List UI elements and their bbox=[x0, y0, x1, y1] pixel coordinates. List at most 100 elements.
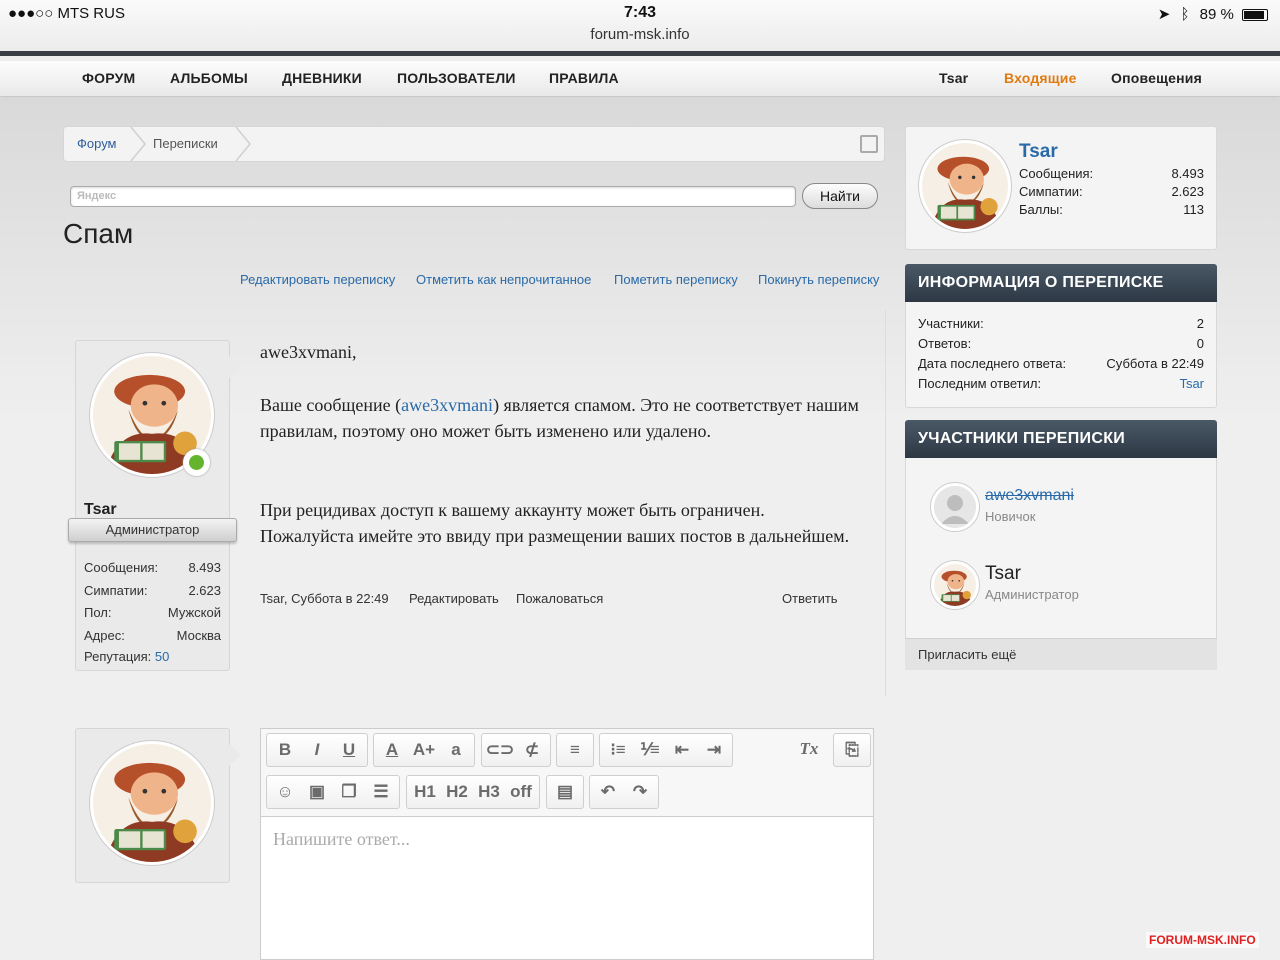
conversation-info-heading: ИНФОРМАЦИЯ О ПЕРЕПИСКЕ bbox=[905, 264, 1217, 302]
sidebar-avatar[interactable] bbox=[919, 140, 1011, 232]
media-icon[interactable]: ❐ bbox=[333, 776, 365, 808]
format-group: B I U bbox=[266, 733, 368, 767]
author-stat-reputation: Репутация: 50 bbox=[84, 649, 170, 664]
participant-role: Новичок bbox=[985, 509, 1036, 524]
reply-editor[interactable]: B I U A A+ a ⊂⊃ ⊄ ≡ ⁝≡ ⅟≡ ⇤ ⇥ Tx ⎘ ☺ ▣ ❐… bbox=[260, 728, 874, 960]
author-stat-likes: Симпатии: 2.623 bbox=[84, 583, 221, 598]
draft-icon[interactable]: ⎘ bbox=[836, 734, 868, 766]
battery-label: 89 % bbox=[1199, 6, 1234, 23]
outdent-icon[interactable]: ⇤ bbox=[666, 734, 698, 766]
reply-input[interactable]: Напишите ответ... bbox=[273, 829, 410, 850]
save-group: ▤ bbox=[546, 775, 584, 809]
last-replier-link[interactable]: Tsar bbox=[1179, 376, 1204, 391]
quote-icon[interactable]: ☰ bbox=[365, 776, 397, 808]
edit-post-link[interactable]: Редактировать bbox=[409, 591, 499, 606]
page-title: Спам bbox=[63, 218, 134, 249]
browser-status-bar: ●●●○○ MTS RUS 7:43 forum-msk.info ➤ ᛒ 89… bbox=[0, 0, 1280, 56]
clock: 7:43 bbox=[623, 4, 657, 21]
italic-icon[interactable]: I bbox=[301, 734, 333, 766]
main-navigation: ФОРУМ АЛЬБОМЫ ДНЕВНИКИ ПОЛЬЗОВАТЕЛИ ПРАВ… bbox=[0, 61, 1280, 97]
nav-user-account[interactable]: Tsar bbox=[939, 70, 968, 86]
nav-users[interactable]: ПОЛЬЗОВАТЕЛИ bbox=[397, 70, 516, 86]
info-row-last-replier: Последним ответил: Tsar bbox=[918, 376, 1204, 391]
author-stat-location: Адрес: Москва bbox=[84, 628, 221, 643]
numbered-list-icon[interactable]: ⅟≡ bbox=[634, 734, 666, 766]
list-group: ⁝≡ ⅟≡ ⇤ ⇥ bbox=[599, 733, 733, 767]
participant-name[interactable]: Tsar bbox=[985, 563, 1021, 585]
font-size-icon[interactable]: A+ bbox=[408, 734, 440, 766]
invite-more-link[interactable]: Пригласить ещё bbox=[905, 638, 1217, 670]
reputation-link[interactable]: 50 bbox=[155, 649, 169, 664]
remove-format-group: Tx bbox=[791, 733, 829, 767]
mark-unread-link[interactable]: Отметить как непрочитанное bbox=[416, 272, 591, 287]
edit-conversation-link[interactable]: Редактировать переписку bbox=[240, 272, 395, 287]
leave-conversation-link[interactable]: Покинуть переписку bbox=[758, 272, 879, 287]
participant-avatar-default[interactable] bbox=[931, 483, 979, 531]
sidebar-stat-points: Баллы: 113 bbox=[1019, 202, 1204, 217]
sidebar-username[interactable]: Tsar bbox=[1019, 141, 1058, 163]
align-group: ≡ bbox=[556, 733, 594, 767]
h3-button[interactable]: H3 bbox=[473, 776, 505, 808]
breadcrumb-conversations[interactable]: Переписки bbox=[153, 136, 218, 151]
author-name[interactable]: Tsar bbox=[84, 501, 117, 519]
nav-diaries[interactable]: ДНЕВНИКИ bbox=[282, 70, 362, 86]
post-paragraph-2: При рецидивах доступ к вашему аккаунту м… bbox=[260, 500, 850, 546]
h1-button[interactable]: H1 bbox=[409, 776, 441, 808]
breadcrumb-separator-icon bbox=[235, 127, 251, 161]
card-arrow bbox=[229, 356, 241, 378]
popout-icon[interactable] bbox=[860, 135, 878, 153]
image-icon[interactable]: ▣ bbox=[301, 776, 333, 808]
bullet-list-icon[interactable]: ⁝≡ bbox=[602, 734, 634, 766]
divider bbox=[885, 310, 886, 696]
participant-role: Администратор bbox=[985, 587, 1079, 602]
info-row-replies: Ответов: 0 bbox=[918, 336, 1204, 351]
smilie-icon[interactable]: ☺ bbox=[269, 776, 301, 808]
h2-button[interactable]: H2 bbox=[441, 776, 473, 808]
participant-avatar[interactable] bbox=[931, 561, 979, 609]
redo-icon[interactable]: ↷ bbox=[624, 776, 656, 808]
bold-icon[interactable]: B bbox=[269, 734, 301, 766]
online-indicator-icon bbox=[183, 449, 210, 476]
reply-link[interactable]: Ответить bbox=[782, 591, 838, 606]
participant-name[interactable]: awe3xvmani bbox=[985, 487, 1074, 505]
remove-format-icon[interactable]: Tx bbox=[793, 733, 825, 765]
unlink-icon[interactable]: ⊄ bbox=[516, 734, 548, 766]
nav-forum[interactable]: ФОРУМ bbox=[82, 70, 135, 86]
search-button[interactable]: Найти bbox=[802, 183, 878, 209]
insert-group: ☺ ▣ ❐ ☰ bbox=[266, 775, 400, 809]
address-bar[interactable]: forum-msk.info bbox=[0, 26, 1280, 43]
nav-alerts[interactable]: Оповещения bbox=[1111, 70, 1202, 86]
bluetooth-icon: ᛒ bbox=[1180, 6, 1190, 23]
heading-off-button[interactable]: off bbox=[505, 776, 537, 808]
battery-status: ➤ ᛒ 89 % bbox=[1158, 5, 1268, 23]
search-input[interactable]: Яндекс bbox=[70, 186, 796, 207]
nav-rules[interactable]: ПРАВИЛА bbox=[549, 70, 619, 86]
reply-avatar[interactable] bbox=[90, 741, 214, 865]
author-stat-gender: Пол: Мужской bbox=[84, 605, 221, 620]
report-post-link[interactable]: Пожаловаться bbox=[516, 591, 603, 606]
nav-inbox[interactable]: Входящие bbox=[1004, 70, 1077, 86]
post-meta: Tsar, Суббота в 22:49 bbox=[260, 591, 389, 606]
draft-group: ⎘ bbox=[833, 733, 871, 767]
post-user-link[interactable]: awe3xvmani bbox=[401, 395, 493, 415]
sidebar-stat-likes: Симпатии: 2.623 bbox=[1019, 184, 1204, 199]
heading-group: H1 H2 H3 off bbox=[406, 775, 540, 809]
underline-icon[interactable]: U bbox=[333, 734, 365, 766]
star-conversation-link[interactable]: Пометить переписку bbox=[614, 272, 738, 287]
author-stat-messages: Сообщения: 8.493 bbox=[84, 560, 221, 575]
sidebar-stat-messages: Сообщения: 8.493 bbox=[1019, 166, 1204, 181]
save-icon[interactable]: ▤ bbox=[549, 776, 581, 808]
indent-icon[interactable]: ⇥ bbox=[698, 734, 730, 766]
editor-toolbar: B I U A A+ a ⊂⊃ ⊄ ≡ ⁝≡ ⅟≡ ⇤ ⇥ Tx ⎘ ☺ ▣ ❐… bbox=[261, 729, 873, 817]
card-arrow bbox=[229, 744, 241, 766]
font-family-icon[interactable]: a bbox=[440, 734, 472, 766]
undo-icon[interactable]: ↶ bbox=[592, 776, 624, 808]
location-icon: ➤ bbox=[1157, 6, 1171, 23]
author-role-badge: Администратор bbox=[68, 518, 237, 542]
nav-albums[interactable]: АЛЬБОМЫ bbox=[170, 70, 248, 86]
breadcrumb-forum[interactable]: Форум bbox=[77, 136, 117, 151]
align-left-icon[interactable]: ≡ bbox=[559, 734, 591, 766]
font-color-icon[interactable]: A bbox=[376, 734, 408, 766]
link-group: ⊂⊃ ⊄ bbox=[481, 733, 551, 767]
link-icon[interactable]: ⊂⊃ bbox=[484, 734, 516, 766]
